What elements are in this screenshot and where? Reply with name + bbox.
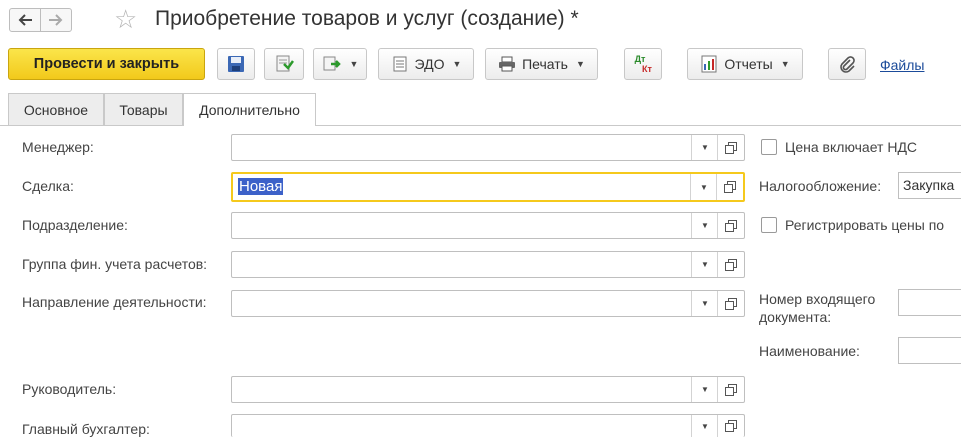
forward-button[interactable] — [40, 8, 72, 32]
incoming-doc-number-field[interactable] — [898, 289, 961, 316]
save-button[interactable] — [217, 48, 255, 80]
page-title: Приобретение товаров и услуг (создание) … — [155, 7, 579, 30]
activity-direction-field[interactable]: ▼ — [231, 290, 745, 317]
deal-label: Сделка: — [22, 178, 74, 194]
chevron-down-icon: ▼ — [349, 59, 359, 69]
edo-icon — [393, 56, 407, 72]
chief-accountant-field[interactable]: ▼ — [231, 414, 745, 437]
chevron-down-icon[interactable]: ▼ — [691, 377, 718, 402]
printer-icon — [499, 56, 516, 72]
back-button[interactable] — [9, 8, 41, 32]
chevron-down-icon[interactable]: ▼ — [691, 135, 718, 160]
incoming-doc-number-label: Номер входящего документа: — [759, 290, 875, 326]
print-label: Печать — [522, 56, 568, 72]
director-field[interactable]: ▼ — [231, 376, 745, 403]
taxation-value: Закупка — [903, 177, 955, 193]
dt-label: Дт — [634, 54, 646, 64]
incoming-doc-number-line1: Номер входящего — [759, 291, 876, 307]
tab-additional[interactable]: Дополнительно — [183, 93, 316, 126]
open-icon[interactable] — [717, 291, 744, 316]
reports-icon — [701, 55, 717, 73]
chevron-down-icon[interactable]: ▼ — [691, 213, 718, 238]
dt-kt-button[interactable]: Дт Кт — [624, 48, 662, 80]
name-field[interactable] — [898, 337, 961, 364]
taxation-field[interactable]: Закупка — [898, 172, 961, 199]
chevron-down-icon[interactable]: ▼ — [691, 252, 718, 277]
open-icon[interactable] — [717, 377, 744, 402]
create-based-on-button[interactable]: ▼ — [313, 48, 367, 80]
chevron-down-icon[interactable]: ▼ — [690, 174, 717, 200]
post-document-icon — [276, 55, 294, 72]
tab-main[interactable]: Основное — [8, 93, 104, 125]
chevron-down-icon[interactable]: ▼ — [691, 291, 718, 316]
fin-group-label: Группа фин. учета расчетов: — [22, 256, 208, 272]
taxation-label: Налогообложение: — [759, 178, 882, 194]
tab-goods[interactable]: Товары — [104, 93, 183, 125]
edo-button[interactable]: ЭДО ▼ — [378, 48, 474, 80]
open-icon[interactable] — [716, 174, 743, 200]
tabs-divider — [0, 125, 961, 126]
print-button[interactable]: Печать ▼ — [485, 48, 598, 80]
post-and-close-label: Провести и закрыть — [33, 56, 180, 72]
chevron-down-icon: ▼ — [575, 59, 585, 69]
department-label: Подразделение: — [22, 217, 128, 233]
open-icon[interactable] — [717, 213, 744, 238]
fin-group-field[interactable]: ▼ — [231, 251, 745, 278]
register-prices-checkbox[interactable] — [761, 217, 777, 233]
chief-accountant-label: Главный бухгалтер: — [22, 421, 150, 437]
reports-button[interactable]: Отчеты ▼ — [687, 48, 803, 80]
arrow-left-icon — [18, 14, 32, 26]
post-and-close-button[interactable]: Провести и закрыть — [8, 48, 205, 80]
attach-button[interactable] — [828, 48, 866, 80]
price-includes-vat-checkbox[interactable] — [761, 139, 777, 155]
create-based-on-icon — [323, 56, 341, 71]
edo-label: ЭДО — [414, 56, 445, 72]
price-includes-vat-label: Цена включает НДС — [785, 139, 918, 155]
chevron-down-icon: ▼ — [452, 59, 462, 69]
chevron-down-icon[interactable]: ▼ — [691, 415, 718, 437]
paperclip-icon — [840, 56, 855, 73]
director-label: Руководитель: — [22, 381, 117, 397]
open-icon[interactable] — [717, 135, 744, 160]
register-prices-label: Регистрировать цены по — [785, 217, 945, 233]
activity-direction-label: Направление деятельности: — [22, 294, 207, 310]
deal-field[interactable]: Новая ▼ — [231, 172, 745, 202]
name-label: Наименование: — [759, 343, 860, 359]
kt-label: Кт — [642, 64, 652, 74]
open-icon[interactable] — [717, 252, 744, 277]
department-field[interactable]: ▼ — [231, 212, 745, 239]
reports-label: Отчеты — [724, 56, 773, 72]
manager-field[interactable]: ▼ — [231, 134, 745, 161]
incoming-doc-number-line2: документа: — [759, 309, 832, 325]
star-icon[interactable]: ☆ — [114, 5, 137, 33]
manager-label: Менеджер: — [22, 139, 94, 155]
post-button[interactable] — [264, 48, 304, 80]
save-icon — [228, 56, 244, 72]
files-link[interactable]: Файлы — [880, 57, 924, 73]
deal-value: Новая — [238, 178, 284, 195]
chevron-down-icon: ▼ — [780, 59, 790, 69]
open-icon[interactable] — [717, 415, 744, 437]
arrow-right-icon — [49, 14, 63, 26]
